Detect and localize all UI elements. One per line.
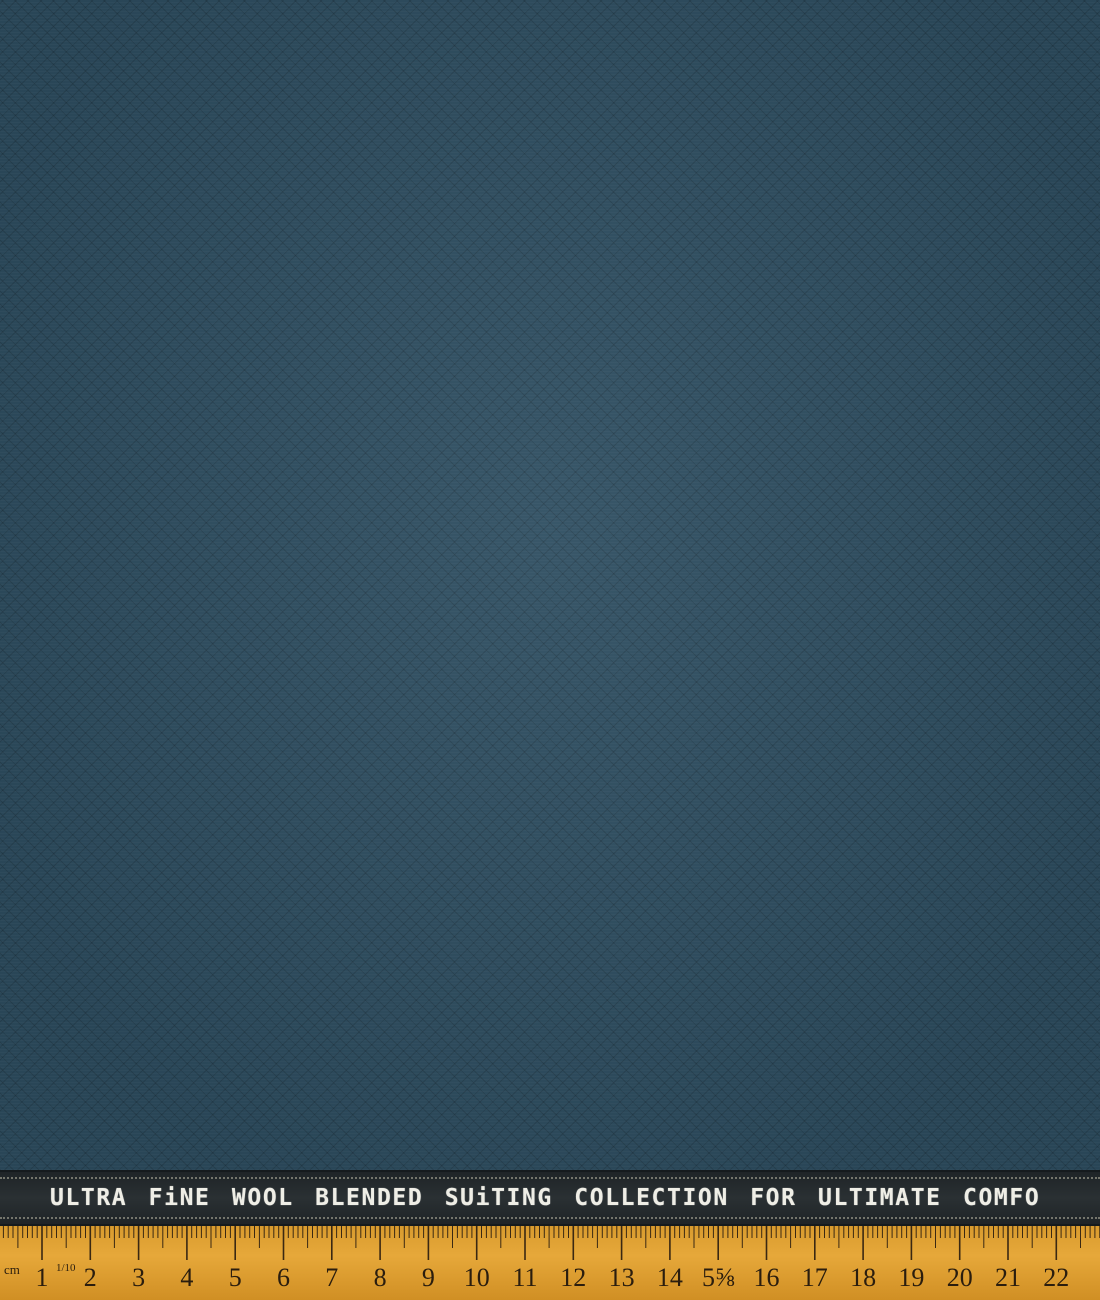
- selvedge-text: ULTRA FiNE WOOL BLENDED SUiTING COLLECTI…: [50, 1185, 1041, 1211]
- ruler-number: 11: [512, 1263, 538, 1292]
- ruler-number: 20: [946, 1263, 973, 1292]
- ruler-sub-label: 1/10: [56, 1262, 76, 1274]
- ruler-number: 2: [83, 1263, 97, 1292]
- ruler-number: 10: [463, 1263, 490, 1292]
- ruler-number: 13: [608, 1263, 635, 1292]
- ruler-number: 5: [228, 1263, 242, 1292]
- ruler-number: 16: [753, 1263, 780, 1292]
- fabric-swatch-photo: ULTRA FiNE WOOL BLENDED SUiTING COLLECTI…: [0, 0, 1100, 1300]
- ruler-unit-label: cm: [4, 1262, 20, 1277]
- ruler-number: 17: [801, 1263, 828, 1292]
- ruler-number: 4: [180, 1263, 194, 1292]
- ruler-number: 1: [35, 1263, 49, 1292]
- selvedge-band: ULTRA FiNE WOOL BLENDED SUiTING COLLECTI…: [0, 1170, 1100, 1226]
- ruler-number: 3: [132, 1263, 146, 1292]
- ruler-number: 21: [995, 1263, 1021, 1292]
- ruler-number: 19: [898, 1263, 925, 1292]
- ruler-number: 7: [325, 1263, 339, 1292]
- ruler-number: 9: [421, 1263, 435, 1292]
- fabric-surface: [0, 0, 1100, 1170]
- ruler-ticks: [2, 1226, 1100, 1260]
- ruler-number: 22: [1043, 1263, 1070, 1292]
- ruler-number: 18: [850, 1263, 877, 1292]
- ruler-number: 12: [560, 1263, 587, 1292]
- measuring-ruler: cm 1/10 1 2 3 4 5 6 7 8 9 10 11 12 13 14 5⅝ 16 17 18 19 20 2…: [0, 1226, 1100, 1300]
- ruler-number: 8: [373, 1263, 387, 1292]
- ruler-number: 5⅝: [701, 1263, 735, 1292]
- ruler-number: 6: [277, 1263, 290, 1292]
- ruler-number: 14: [656, 1263, 683, 1292]
